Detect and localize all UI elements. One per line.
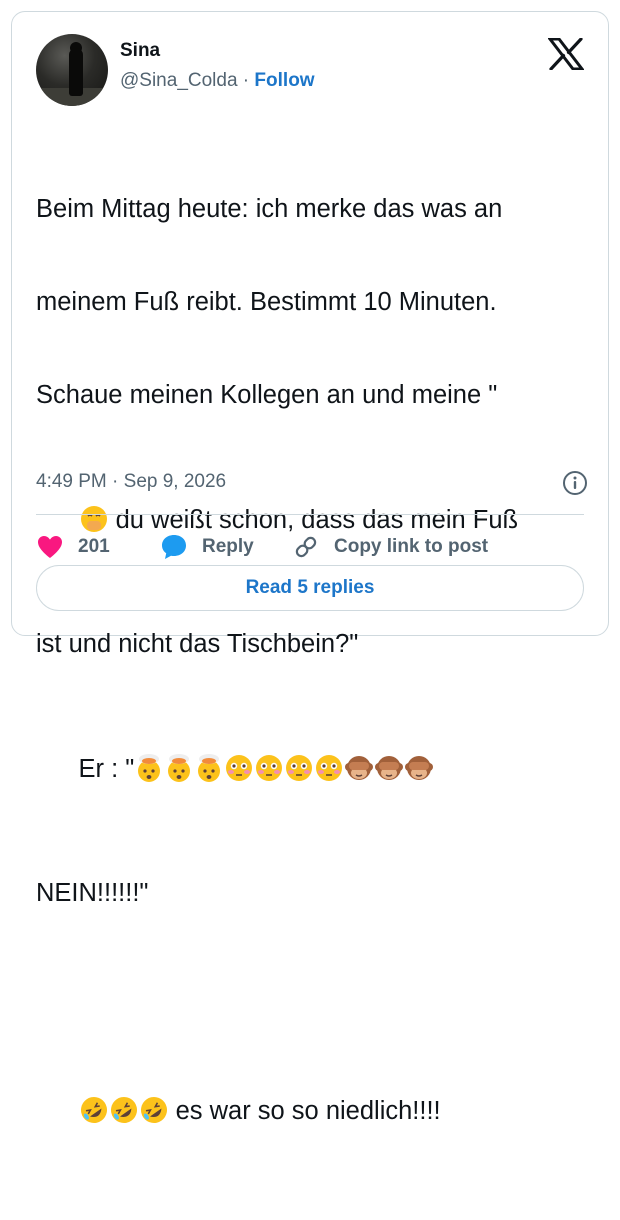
exploding-head-icon [138,754,161,782]
post-actions: 201 Reply Copy link to post [36,527,584,567]
heart-icon [38,536,62,558]
post-line: NEIN!!!!!!" [36,879,149,907]
handle-separator: · [237,70,255,91]
read-replies-label: Read 5 replies [245,577,375,598]
read-replies-button[interactable]: Read 5 replies [36,565,584,611]
flushed-face-icon [316,755,343,781]
flushed-face-icon [256,755,283,781]
post-line: Beim Mittag heute: ich merke das was an [36,195,503,223]
rolling-on-floor-laughing-icon [80,1097,107,1123]
reply-label: Reply [202,536,254,557]
copy-link-button[interactable]: Copy link to post [292,527,488,567]
post-header: Sina @Sina_Colda · Follow [36,34,584,108]
post-line-text: Er : " [78,755,135,783]
post-line: meinem Fuß reibt. Bestimmt 10 Minuten. [36,288,497,316]
reply-bubble-icon [162,535,186,559]
rolling-on-floor-laughing-icon [140,1097,167,1123]
like-button[interactable]: 201 [36,527,110,567]
flushed-face-icon [226,755,253,781]
see-no-evil-monkey-icon [345,756,374,780]
post-line: Er : " [36,722,596,816]
exploding-head-icon [168,754,191,782]
author-handle[interactable]: @Sina_Colda [120,70,238,91]
post-line-empty [36,971,596,1002]
post-line: Schaue meinen Kollegen an und meine " [36,381,498,409]
post-line-text: es war so so niedlich!!!! [168,1097,441,1125]
post-line: ist und nicht das Tischbein?" [36,630,359,658]
reply-button[interactable]: Reply [160,527,254,567]
see-no-evil-monkey-icon [405,756,434,780]
flushed-face-icon [286,755,313,781]
x-logo-icon[interactable] [548,38,584,70]
post-text: Beim Mittag heute: ich merke das was an … [36,132,596,1220]
rolling-on-floor-laughing-icon [110,1097,137,1123]
like-count: 201 [78,536,110,557]
link-icon [295,536,317,558]
author-name[interactable]: Sina [120,40,160,62]
info-icon[interactable] [562,470,588,496]
divider [36,514,584,515]
author-handle-row: @Sina_Colda · Follow [120,70,315,92]
post-line: es war so so niedlich!!!! [36,1064,596,1158]
post-timestamp[interactable]: 4:49 PM · Sep 9, 2026 [36,471,226,493]
copy-link-label: Copy link to post [334,536,489,557]
exploding-head-icon [198,754,221,782]
avatar[interactable] [36,34,108,106]
post-card: Sina @Sina_Colda · Follow Beim Mittag he… [11,11,609,1125]
follow-button[interactable]: Follow [254,70,314,91]
see-no-evil-monkey-icon [375,756,404,780]
